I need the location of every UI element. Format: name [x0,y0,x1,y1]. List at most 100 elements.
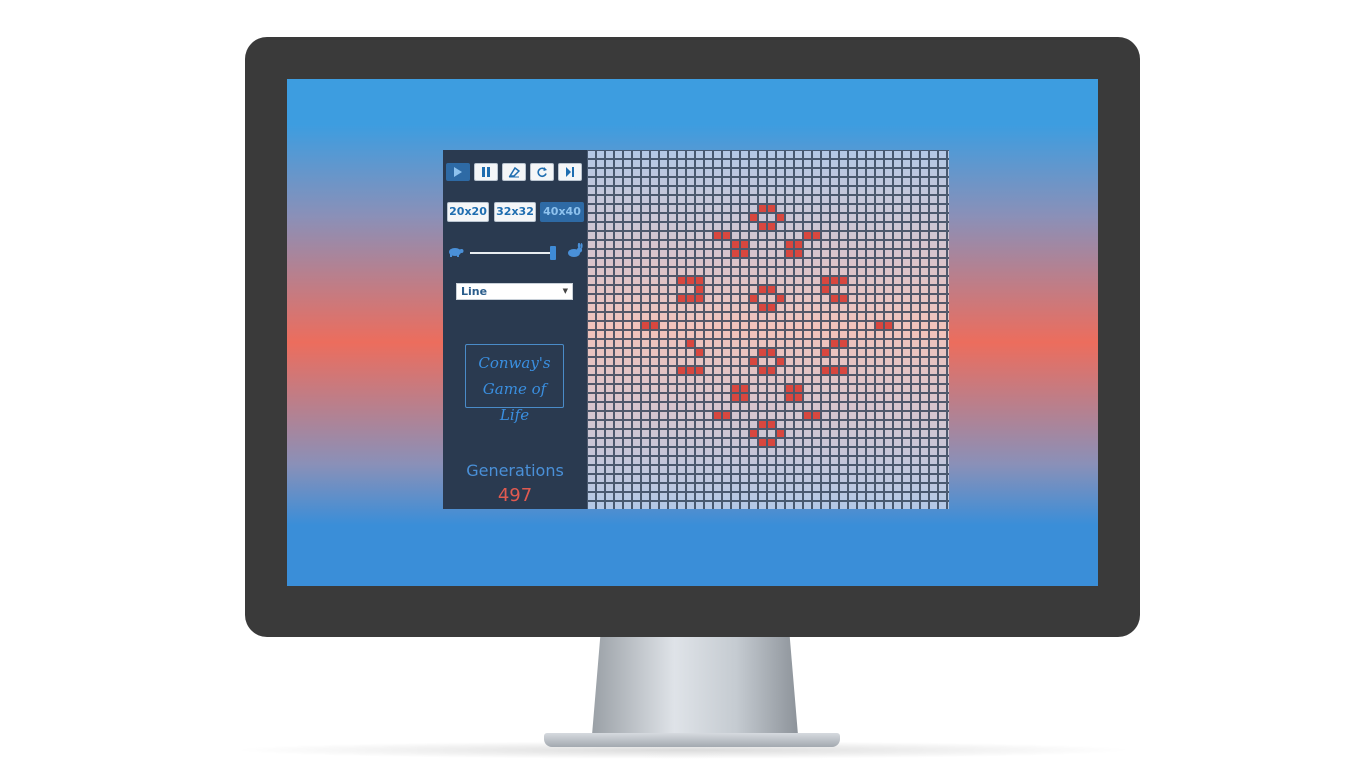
live-cell[interactable] [786,250,793,257]
live-cell[interactable] [768,223,775,230]
live-cell[interactable] [768,205,775,212]
live-cell[interactable] [813,232,820,239]
live-cell[interactable] [642,322,649,329]
live-cell[interactable] [723,232,730,239]
live-cell[interactable] [759,367,766,374]
live-cell[interactable] [732,250,739,257]
live-cell[interactable] [804,412,811,419]
live-cell[interactable] [696,286,703,293]
live-cell[interactable] [822,367,829,374]
size-20-button[interactable]: 20x20 [447,202,489,222]
live-cell[interactable] [750,358,757,365]
live-cell[interactable] [741,385,748,392]
live-cell[interactable] [651,322,658,329]
live-cell[interactable] [786,394,793,401]
live-cell[interactable] [678,295,685,302]
live-cell[interactable] [831,340,838,347]
live-cell[interactable] [741,394,748,401]
live-cell[interactable] [714,232,721,239]
live-cell[interactable] [687,340,694,347]
live-cell[interactable] [759,304,766,311]
control-panel: 20x20 32x32 40x40 Line ▼ Conway's Game o… [443,150,587,509]
live-cell[interactable] [759,439,766,446]
live-cell[interactable] [777,214,784,221]
live-cell[interactable] [759,421,766,428]
live-cell[interactable] [732,394,739,401]
live-cell[interactable] [732,241,739,248]
cell-grid[interactable] [587,150,949,509]
live-cell[interactable] [822,286,829,293]
live-cell[interactable] [678,277,685,284]
live-cell[interactable] [741,250,748,257]
live-cell[interactable] [687,277,694,284]
live-cell[interactable] [723,412,730,419]
live-cell[interactable] [750,430,757,437]
turtle-icon [446,243,464,262]
live-cell[interactable] [678,367,685,374]
live-cell[interactable] [813,412,820,419]
live-cell[interactable] [777,295,784,302]
live-cell[interactable] [768,439,775,446]
pattern-select[interactable]: Line ▼ [456,283,573,300]
live-cell[interactable] [777,430,784,437]
live-cell[interactable] [759,286,766,293]
size-32-button[interactable]: 32x32 [494,202,536,222]
live-cell[interactable] [840,340,847,347]
reset-icon [537,167,547,178]
live-cell[interactable] [750,295,757,302]
live-cell[interactable] [768,421,775,428]
live-cell[interactable] [885,322,892,329]
live-cell[interactable] [768,349,775,356]
play-button[interactable] [446,163,470,181]
live-cell[interactable] [741,241,748,248]
speed-slider-thumb[interactable] [550,246,556,260]
live-cell[interactable] [696,349,703,356]
generations-count: 497 [497,485,533,506]
live-cell[interactable] [714,412,721,419]
reset-button[interactable] [530,163,554,181]
live-cell[interactable] [822,349,829,356]
logo-line-2: Game of Life [482,380,547,424]
pause-button[interactable] [474,163,498,181]
live-cell[interactable] [732,385,739,392]
monitor-stand-base [544,733,840,747]
live-cell[interactable] [687,295,694,302]
speed-slider-track [470,252,556,254]
game-board[interactable] [587,150,949,509]
live-cell[interactable] [840,295,847,302]
size-40-button[interactable]: 40x40 [540,202,584,222]
live-cell[interactable] [759,223,766,230]
live-cell[interactable] [687,367,694,374]
live-cell[interactable] [822,277,829,284]
live-cell[interactable] [696,295,703,302]
live-cell[interactable] [795,385,802,392]
live-cell[interactable] [759,205,766,212]
live-cell[interactable] [777,358,784,365]
live-cell[interactable] [831,277,838,284]
live-cell[interactable] [696,367,703,374]
live-cell[interactable] [768,304,775,311]
eraser-icon [508,166,520,178]
live-cell[interactable] [795,241,802,248]
live-cell[interactable] [876,322,883,329]
chevron-down-icon: ▼ [562,287,568,295]
monitor-stand-neck [592,637,798,735]
live-cell[interactable] [795,394,802,401]
live-cell[interactable] [768,367,775,374]
play-icon [454,167,462,177]
live-cell[interactable] [696,277,703,284]
live-cell[interactable] [786,241,793,248]
live-cell[interactable] [759,349,766,356]
live-cell[interactable] [804,232,811,239]
live-cell[interactable] [831,295,838,302]
clear-button[interactable] [502,163,526,181]
live-cell[interactable] [840,367,847,374]
live-cell[interactable] [750,214,757,221]
live-cell[interactable] [831,367,838,374]
live-cell[interactable] [786,385,793,392]
live-cell[interactable] [768,286,775,293]
live-cell[interactable] [840,277,847,284]
live-cell[interactable] [795,250,802,257]
step-button[interactable] [558,163,582,181]
speed-slider[interactable] [470,246,556,260]
